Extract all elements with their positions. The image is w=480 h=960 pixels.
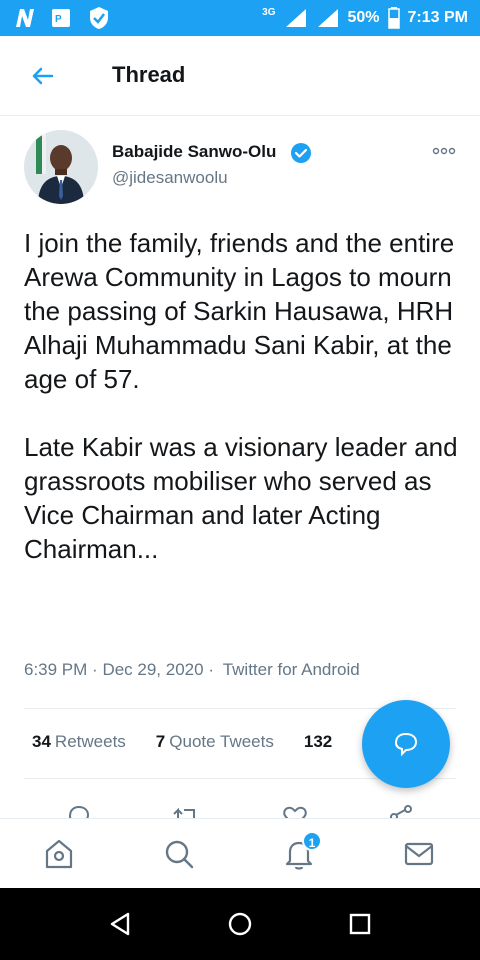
system-back-icon[interactable] — [106, 910, 134, 938]
messages-envelope-icon[interactable] — [402, 837, 436, 871]
likes-stat[interactable]: 132 — [304, 732, 336, 752]
page-title: Thread — [112, 62, 186, 87]
status-bar: P 3G 50% 7:13 PM — [0, 0, 480, 36]
quotes-count: 7 — [155, 732, 166, 751]
home-icon[interactable] — [42, 837, 76, 871]
tweet-source[interactable]: Twitter for Android — [223, 660, 360, 679]
more-options-icon[interactable] — [432, 146, 456, 156]
system-home-icon[interactable] — [226, 910, 254, 938]
battery-icon — [387, 7, 400, 29]
battery-percent: 50% — [347, 9, 380, 26]
clock: 7:13 PM — [407, 9, 468, 26]
author-handle[interactable]: @jidesanwoolu — [112, 168, 228, 188]
quotes-stat[interactable]: 7 Quote Tweets — [156, 732, 274, 752]
back-arrow-icon[interactable] — [26, 60, 58, 92]
app-header: Thread — [0, 36, 480, 116]
n-app-icon — [16, 9, 34, 27]
bottom-nav: 1 — [0, 818, 480, 888]
svg-text:P: P — [55, 14, 62, 25]
avatar[interactable] — [24, 130, 98, 204]
share-icon[interactable] — [388, 804, 414, 818]
system-recents-icon[interactable] — [346, 910, 374, 938]
tweet-meta: 6:39 PM · Dec 29, 2020 · Twitter for And… — [24, 660, 360, 680]
signal-icon-2 — [317, 9, 338, 27]
retweets-stat[interactable]: 34 Retweets — [32, 732, 126, 752]
signal-icon — [285, 9, 306, 27]
likes-count: 132 — [303, 732, 333, 751]
tweet-text: I join the family, friends and the entir… — [24, 228, 458, 564]
search-icon[interactable] — [162, 837, 196, 871]
avatar-portrait-icon — [24, 130, 98, 204]
meta-separator: · — [92, 660, 103, 679]
pdf-app-icon: P — [52, 9, 70, 27]
meta-separator: · — [208, 660, 219, 679]
reply-bubble-icon — [394, 732, 418, 757]
quotes-label: Quote Tweets — [169, 732, 274, 751]
system-nav-bar — [0, 888, 480, 960]
compose-reply-button[interactable] — [362, 700, 450, 788]
retweet-icon[interactable] — [172, 804, 200, 818]
network-type: 3G — [262, 6, 276, 18]
tweet-date: Dec 29, 2020 — [102, 660, 204, 679]
author-name[interactable]: Babajide Sanwo-Olu — [112, 142, 276, 162]
reply-icon[interactable] — [66, 804, 92, 818]
shield-check-icon — [90, 7, 108, 29]
retweets-label: Retweets — [54, 732, 126, 751]
tweet-actions — [0, 802, 480, 818]
notifications-badge: 1 — [302, 831, 322, 851]
verified-badge-icon — [291, 143, 311, 163]
tweet-time: 6:39 PM — [24, 660, 88, 679]
tweet-stats: 34 Retweets 7 Quote Tweets 132 — [32, 732, 336, 752]
retweets-count: 34 — [32, 732, 51, 751]
like-icon[interactable] — [282, 804, 308, 818]
